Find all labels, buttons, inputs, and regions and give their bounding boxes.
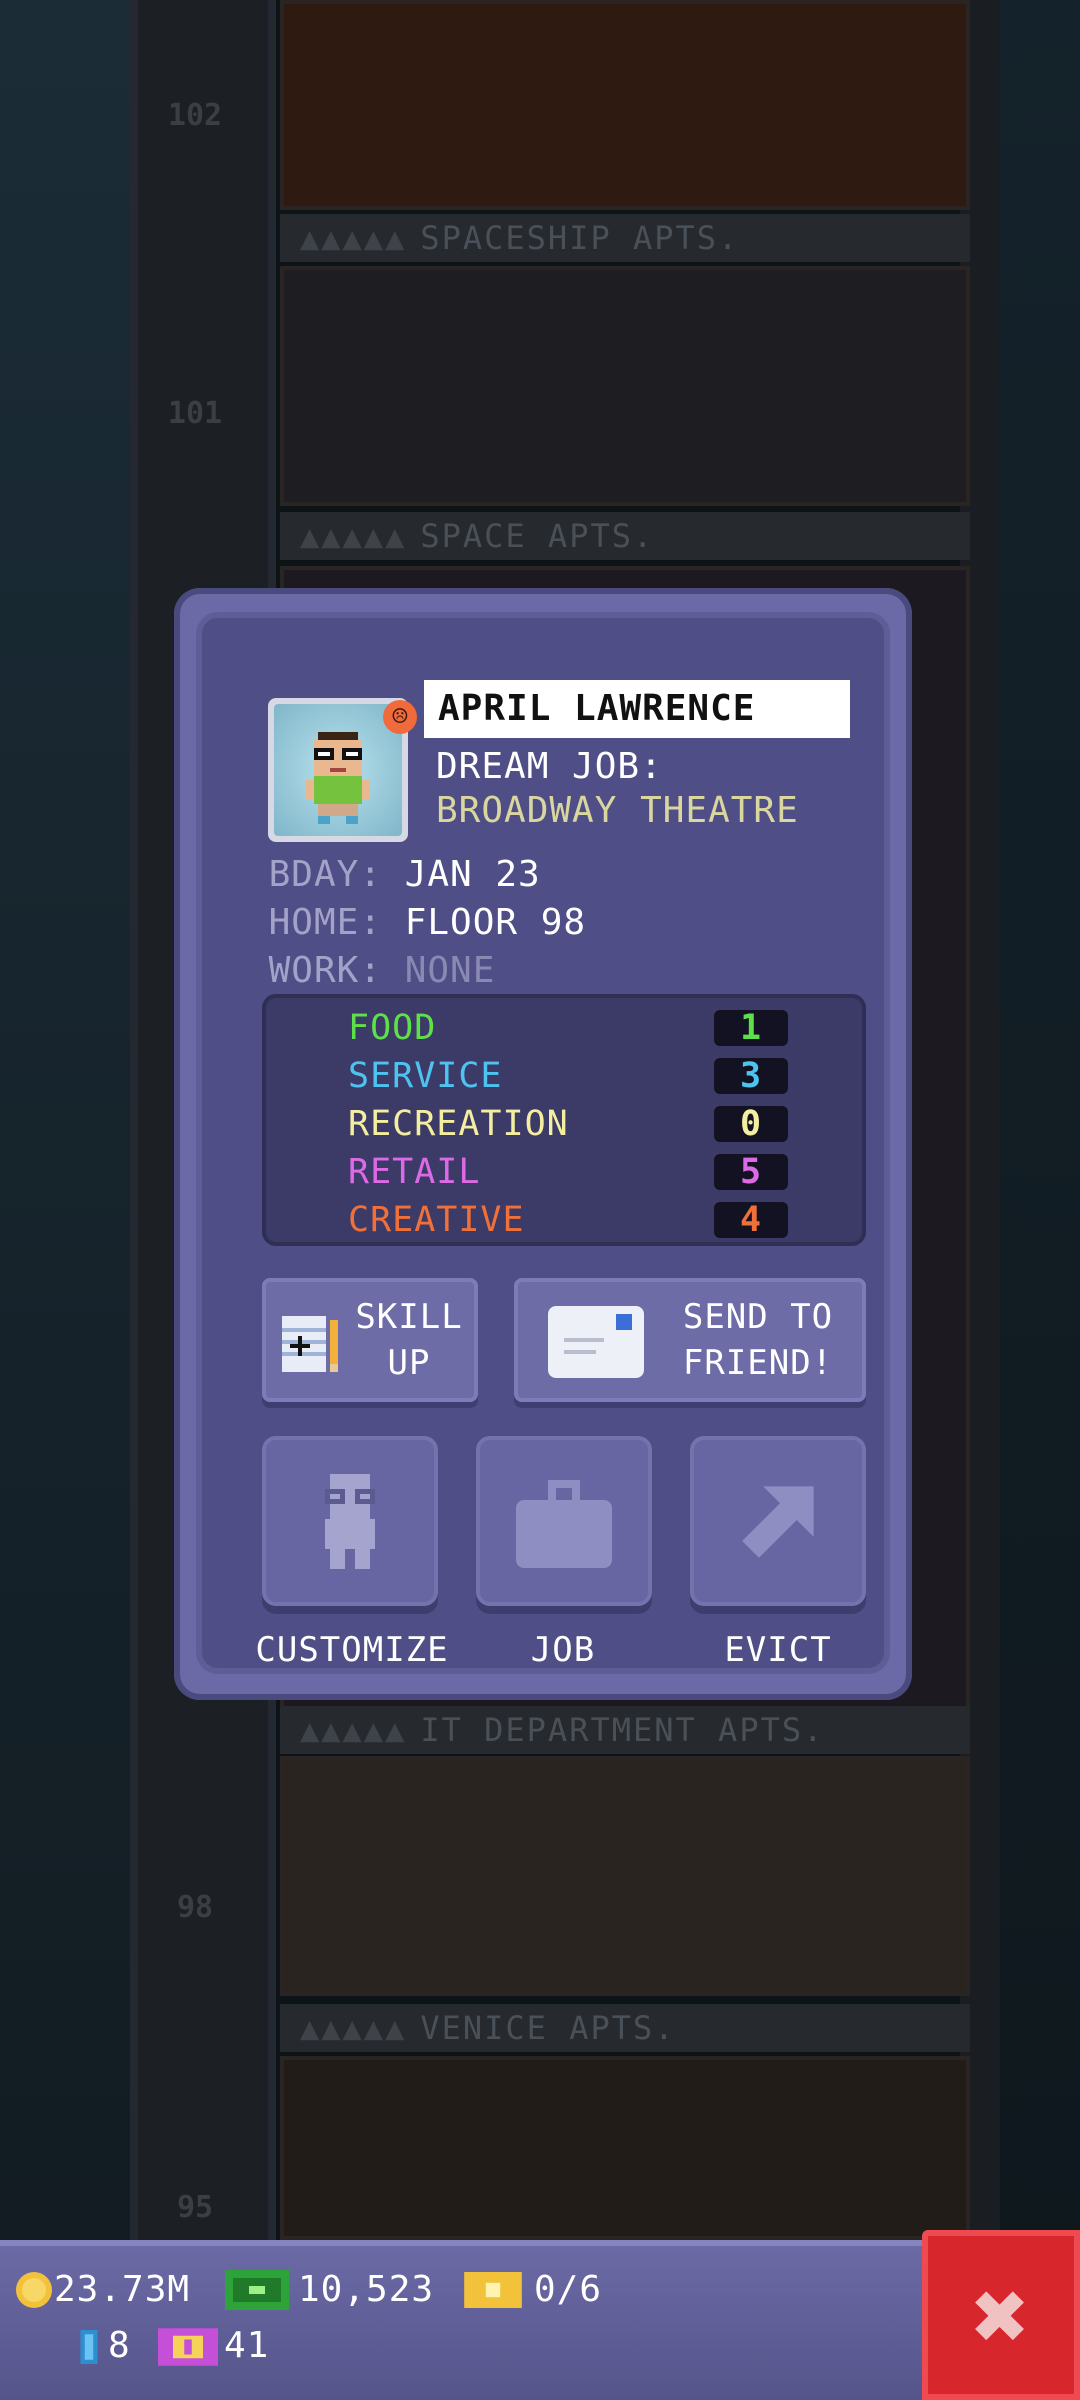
floor-sign-pips: ▲▲▲▲▲ <box>300 2009 407 2047</box>
tickets-value: 0/6 <box>534 2269 603 2310</box>
floor-number: 95 <box>176 2190 214 2225</box>
ticket-icon[interactable] <box>464 2272 522 2308</box>
floor-sign-pips: ▲▲▲▲▲ <box>300 219 407 257</box>
skill-label: SERVICE <box>348 1056 503 1096</box>
customize-button[interactable] <box>262 1436 438 1606</box>
floor-sign-pips: ▲▲▲▲▲ <box>300 517 407 555</box>
floor-sign-pips: ▲▲▲▲▲ <box>300 1711 407 1749</box>
skill-label: RECREATION <box>348 1104 569 1144</box>
key-icon <box>80 2330 98 2364</box>
floor-number: 102 <box>167 98 223 133</box>
floor-sign-label: SPACE APTS. <box>420 517 655 555</box>
skill-up-button[interactable]: SKILL UP <box>262 1278 478 1402</box>
job-label: JOB <box>530 1630 596 1670</box>
home-label: HOME: <box>268 902 382 943</box>
floor-room-102[interactable] <box>280 0 970 210</box>
briefcase-icon <box>516 1480 612 1568</box>
skill-label: CREATIVE <box>348 1200 525 1240</box>
close-icon: ✖ <box>972 2260 1030 2372</box>
customize-label: CUSTOMIZE <box>255 1630 449 1670</box>
close-button[interactable]: ✖ <box>922 2230 1080 2400</box>
skill-value: 5 <box>714 1154 788 1190</box>
work-label: WORK: <box>268 950 382 991</box>
home-row: HOME: FLOOR 98 <box>246 902 586 943</box>
skills-panel: FOOD 1 SERVICE 3 RECREATION 0 RETAIL 5 C… <box>262 994 866 1246</box>
send-to-friend-button[interactable]: SEND TO FRIEND! <box>514 1278 866 1402</box>
floor-room-101[interactable] <box>280 266 970 506</box>
skill-up-label: SKILL UP <box>355 1297 463 1383</box>
keys-value: 8 <box>108 2325 131 2366</box>
job-button[interactable] <box>476 1436 652 1606</box>
floor-sign: ▲▲▲▲▲ SPACE APTS. <box>280 512 970 560</box>
send-to-friend-label: SEND TO FRIEND! <box>682 1297 834 1383</box>
floor-room-95[interactable] <box>280 2056 970 2240</box>
coin-icon <box>16 2272 52 2308</box>
bitizen-info-dialog: ☹ APRIL LAWRENCE DREAM JOB: BROADWAY THE… <box>174 588 912 1700</box>
skill-row-food: FOOD 1 <box>348 1008 788 1048</box>
dream-job-value: BROADWAY THEATRE <box>436 790 799 831</box>
vip-icon[interactable] <box>158 2328 218 2366</box>
floor-sign: ▲▲▲▲▲ SPACESHIP APTS. <box>280 214 970 262</box>
skill-value: 1 <box>714 1010 788 1046</box>
skill-row-service: SERVICE 3 <box>348 1056 788 1096</box>
work-value: NONE <box>404 950 496 991</box>
bitizen-silhouette-icon <box>325 1474 375 1569</box>
sky-left <box>0 0 130 2240</box>
envelope-icon <box>548 1306 644 1378</box>
floor-sign: ▲▲▲▲▲ VENICE APTS. <box>280 2004 970 2052</box>
vip-value: 41 <box>224 2325 270 2366</box>
skill-label: RETAIL <box>348 1152 481 1192</box>
dream-job-label: DREAM JOB: <box>436 746 663 787</box>
bday-row: BDAY: JAN 23 <box>246 854 541 895</box>
work-row: WORK: NONE <box>246 950 495 991</box>
skill-label: FOOD <box>348 1008 437 1048</box>
skill-row-retail: RETAIL 5 <box>348 1152 788 1192</box>
skill-value: 0 <box>714 1106 788 1142</box>
floor-sign: ▲▲▲▲▲ IT DEPARTMENT APTS. <box>280 1706 970 1754</box>
bux-icon[interactable] <box>224 2270 290 2310</box>
coins-value: 23.73M <box>54 2269 191 2310</box>
unhappy-face-icon: ☹ <box>383 700 417 734</box>
bday-value: JAN 23 <box>404 854 541 895</box>
bitizen-avatar-icon <box>306 732 370 824</box>
bitizen-name-field[interactable]: APRIL LAWRENCE <box>424 680 850 738</box>
bday-label: BDAY: <box>268 854 382 895</box>
floor-sign-label: SPACESHIP APTS. <box>420 219 740 257</box>
floor-room-98[interactable] <box>280 1756 970 1996</box>
floor-sign-label: IT DEPARTMENT APTS. <box>420 1711 825 1749</box>
dialog-panel: ☹ APRIL LAWRENCE DREAM JOB: BROADWAY THE… <box>196 612 890 1674</box>
floor-number: 101 <box>167 396 223 431</box>
arrow-up-right-icon <box>742 1486 814 1558</box>
evict-label: EVICT <box>724 1630 832 1670</box>
home-value: FLOOR 98 <box>404 902 587 943</box>
skill-row-recreation: RECREATION 0 <box>348 1104 788 1144</box>
status-bar <box>0 2240 1080 2400</box>
skill-value: 3 <box>714 1058 788 1094</box>
floor-number: 98 <box>176 1890 214 1925</box>
skill-value: 4 <box>714 1202 788 1238</box>
evict-button[interactable] <box>690 1436 866 1606</box>
floor-sign-label: VENICE APTS. <box>420 2009 676 2047</box>
notepad-pencil-icon <box>282 1316 338 1372</box>
bux-value: 10,523 <box>298 2269 435 2310</box>
skill-row-creative: CREATIVE 4 <box>348 1200 788 1240</box>
portrait-background <box>274 704 402 836</box>
